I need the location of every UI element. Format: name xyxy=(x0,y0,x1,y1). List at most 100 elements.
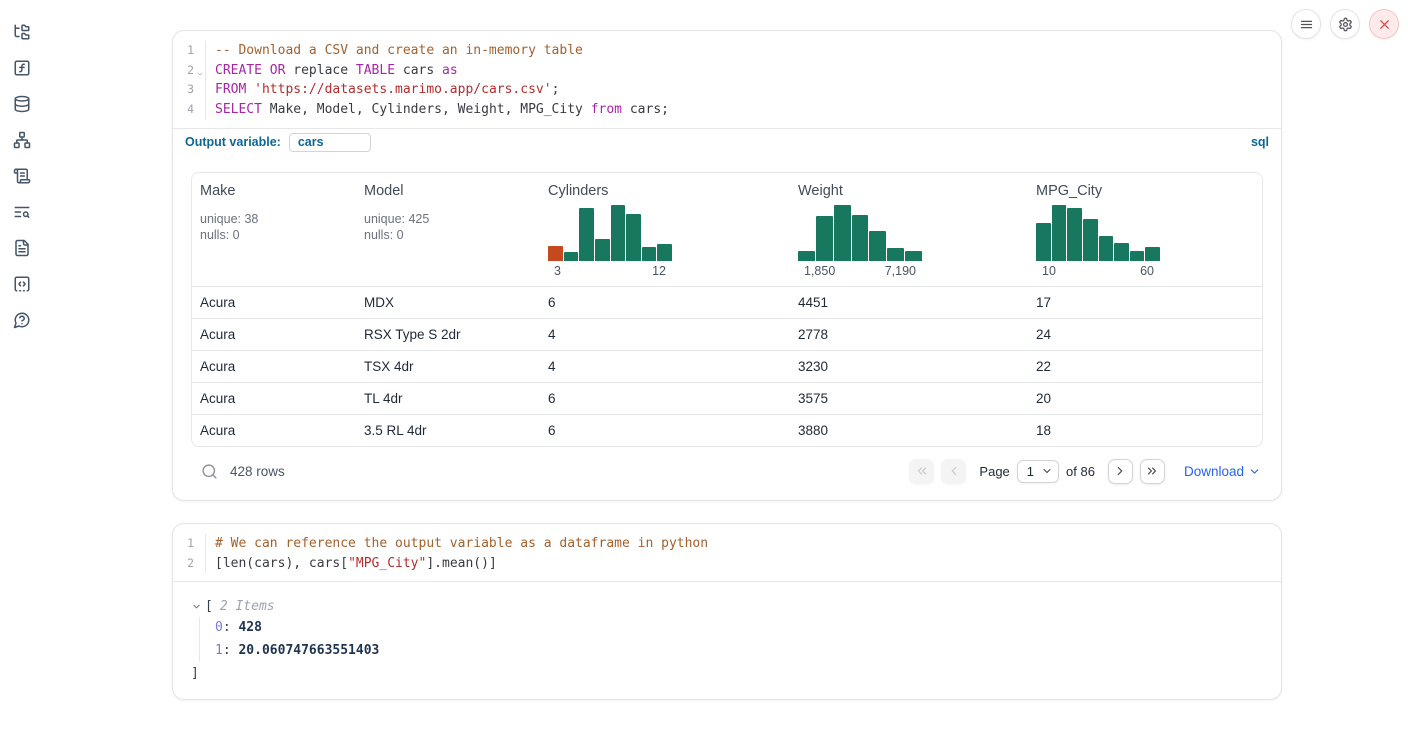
language-badge: sql xyxy=(1251,135,1269,149)
sidebar-item-logs[interactable] xyxy=(10,200,34,224)
histogram-bar xyxy=(564,252,579,261)
code-text: [len(cars), cars["MPG_City"].mean()] xyxy=(206,554,497,574)
python-code-editor[interactable]: 1# We can reference the output variable … xyxy=(173,524,1281,582)
next-page-button[interactable] xyxy=(1108,459,1133,484)
histogram-axis-labels: 1060 xyxy=(1036,264,1160,278)
table-cell: Acura xyxy=(192,351,356,382)
close-bracket: ] xyxy=(191,664,1263,683)
tree-entries: 0: 4281: 20.060747663551403 xyxy=(199,617,1263,662)
histogram-bar xyxy=(1083,219,1098,261)
code-line: 1-- Download a CSV and create an in-memo… xyxy=(173,41,1281,61)
rows-count-label: 428 rows xyxy=(230,464,285,479)
column-header-mpg_city[interactable]: MPG_City1060 xyxy=(1028,173,1262,286)
column-name: Make xyxy=(200,183,348,199)
line-number: 1 xyxy=(173,534,206,554)
table-cell: Acura xyxy=(192,287,356,318)
table-cell: TL 4dr xyxy=(356,383,540,414)
output-variable-label: Output variable: xyxy=(185,135,281,149)
table-cell: 3.5 RL 4dr xyxy=(356,415,540,446)
sql-code-editor[interactable]: 1-- Download a CSV and create an in-memo… xyxy=(173,31,1281,128)
page-total-label: of 86 xyxy=(1066,464,1095,479)
sidebar-item-dependency-graph[interactable] xyxy=(10,128,34,152)
sidebar-item-variables[interactable] xyxy=(10,56,34,80)
menu-button[interactable] xyxy=(1291,9,1321,39)
histogram-bar xyxy=(579,208,594,261)
sidebar-item-scratchpad[interactable] xyxy=(10,164,34,188)
code-line: 4SELECT Make, Model, Cylinders, Weight, … xyxy=(173,100,1281,120)
download-button[interactable]: Download xyxy=(1184,464,1261,479)
histogram-bar xyxy=(642,247,657,261)
histogram-bar xyxy=(1052,205,1067,261)
histogram-bar xyxy=(1130,251,1145,261)
search-icon[interactable] xyxy=(201,463,218,480)
code-line: 2CREATE OR replace TABLE cars as xyxy=(173,61,1281,81)
help-icon xyxy=(13,311,31,329)
column-header-model[interactable]: Modelunique: 425nulls: 0 xyxy=(356,173,540,286)
tree-entry: 0: 428 xyxy=(215,617,1263,640)
column-header-weight[interactable]: Weight1,8507,190 xyxy=(790,173,1028,286)
output-variable-row: Output variable: sql xyxy=(173,128,1281,157)
table-cell: Acura xyxy=(192,383,356,414)
histogram-bar xyxy=(626,214,641,261)
table-cell: 2778 xyxy=(790,319,1028,350)
tree-entry-value: 428 xyxy=(238,620,261,635)
table-cell: 3575 xyxy=(790,383,1028,414)
table-cell: TSX 4dr xyxy=(356,351,540,382)
sidebar-item-datasources[interactable] xyxy=(10,92,34,116)
table-cell: 4 xyxy=(540,351,790,382)
code-text: FROM 'https://datasets.marimo.app/cars.c… xyxy=(206,80,559,100)
line-number: 4 xyxy=(173,100,206,120)
prev-page-button[interactable] xyxy=(941,459,966,484)
items-count-label: 2 Items xyxy=(220,599,275,614)
shutdown-button[interactable] xyxy=(1369,9,1399,39)
scratchpad-icon xyxy=(13,167,31,185)
table-footer: 428 rows Page 1 of 86 Download xyxy=(191,459,1263,484)
code-line: 1# We can reference the output variable … xyxy=(173,534,1281,554)
histogram-bar xyxy=(834,205,851,261)
first-page-button[interactable] xyxy=(909,459,934,484)
notebook: 1-- Download a CSV and create an in-memo… xyxy=(172,0,1282,700)
last-page-button[interactable] xyxy=(1140,459,1165,484)
histogram-axis-labels: 1,8507,190 xyxy=(798,264,922,278)
sql-cell-output: Makeunique: 38nulls: 0Modelunique: 425nu… xyxy=(173,157,1281,500)
menu-icon xyxy=(1299,17,1314,32)
histogram-weight: 1,8507,190 xyxy=(798,205,922,278)
line-number: 2 xyxy=(173,554,206,574)
variables-icon xyxy=(13,59,31,77)
histogram-bar xyxy=(869,231,886,261)
column-name: Model xyxy=(364,183,532,199)
download-label: Download xyxy=(1184,464,1244,479)
table-cell: 24 xyxy=(1028,319,1262,350)
settings-button[interactable] xyxy=(1330,9,1360,39)
chevron-down-icon xyxy=(1041,465,1053,477)
output-variable-input[interactable] xyxy=(289,133,371,152)
code-text: -- Download a CSV and create an in-memor… xyxy=(206,41,583,61)
histogram-bar xyxy=(816,216,833,261)
histogram-cylinders: 312 xyxy=(548,205,672,278)
sidebar-item-documentation[interactable] xyxy=(10,236,34,260)
sidebar-item-snippets[interactable] xyxy=(10,272,34,296)
tree-root: [ 2 Items xyxy=(191,599,1263,614)
table-row: AcuraTSX 4dr4323022 xyxy=(192,350,1262,382)
table-row: AcuraTL 4dr6357520 xyxy=(192,382,1262,414)
histogram-bar xyxy=(1067,208,1082,261)
histogram-bar xyxy=(1114,243,1129,261)
rows-count: 428 rows xyxy=(201,463,285,480)
snippets-icon xyxy=(13,275,31,293)
file-tree-icon xyxy=(13,23,31,41)
column-header-make[interactable]: Makeunique: 38nulls: 0 xyxy=(192,173,356,286)
tree-entry-key: 0 xyxy=(215,620,223,635)
table-cell: 3230 xyxy=(790,351,1028,382)
line-number: 2 xyxy=(173,61,206,81)
python-cell: 1# We can reference the output variable … xyxy=(172,523,1282,700)
sidebar-item-help[interactable] xyxy=(10,308,34,332)
collapse-chevron-icon[interactable] xyxy=(191,601,202,612)
chevron-down-icon xyxy=(1248,465,1261,478)
sidebar-item-file-tree[interactable] xyxy=(10,20,34,44)
page-select[interactable]: 1 xyxy=(1017,460,1059,483)
column-header-cylinders[interactable]: Cylinders312 xyxy=(540,173,790,286)
table-cell: 6 xyxy=(540,383,790,414)
line-number: 1 xyxy=(173,41,206,61)
histogram-bar xyxy=(1036,223,1051,261)
sql-cell: 1-- Download a CSV and create an in-memo… xyxy=(172,30,1282,501)
